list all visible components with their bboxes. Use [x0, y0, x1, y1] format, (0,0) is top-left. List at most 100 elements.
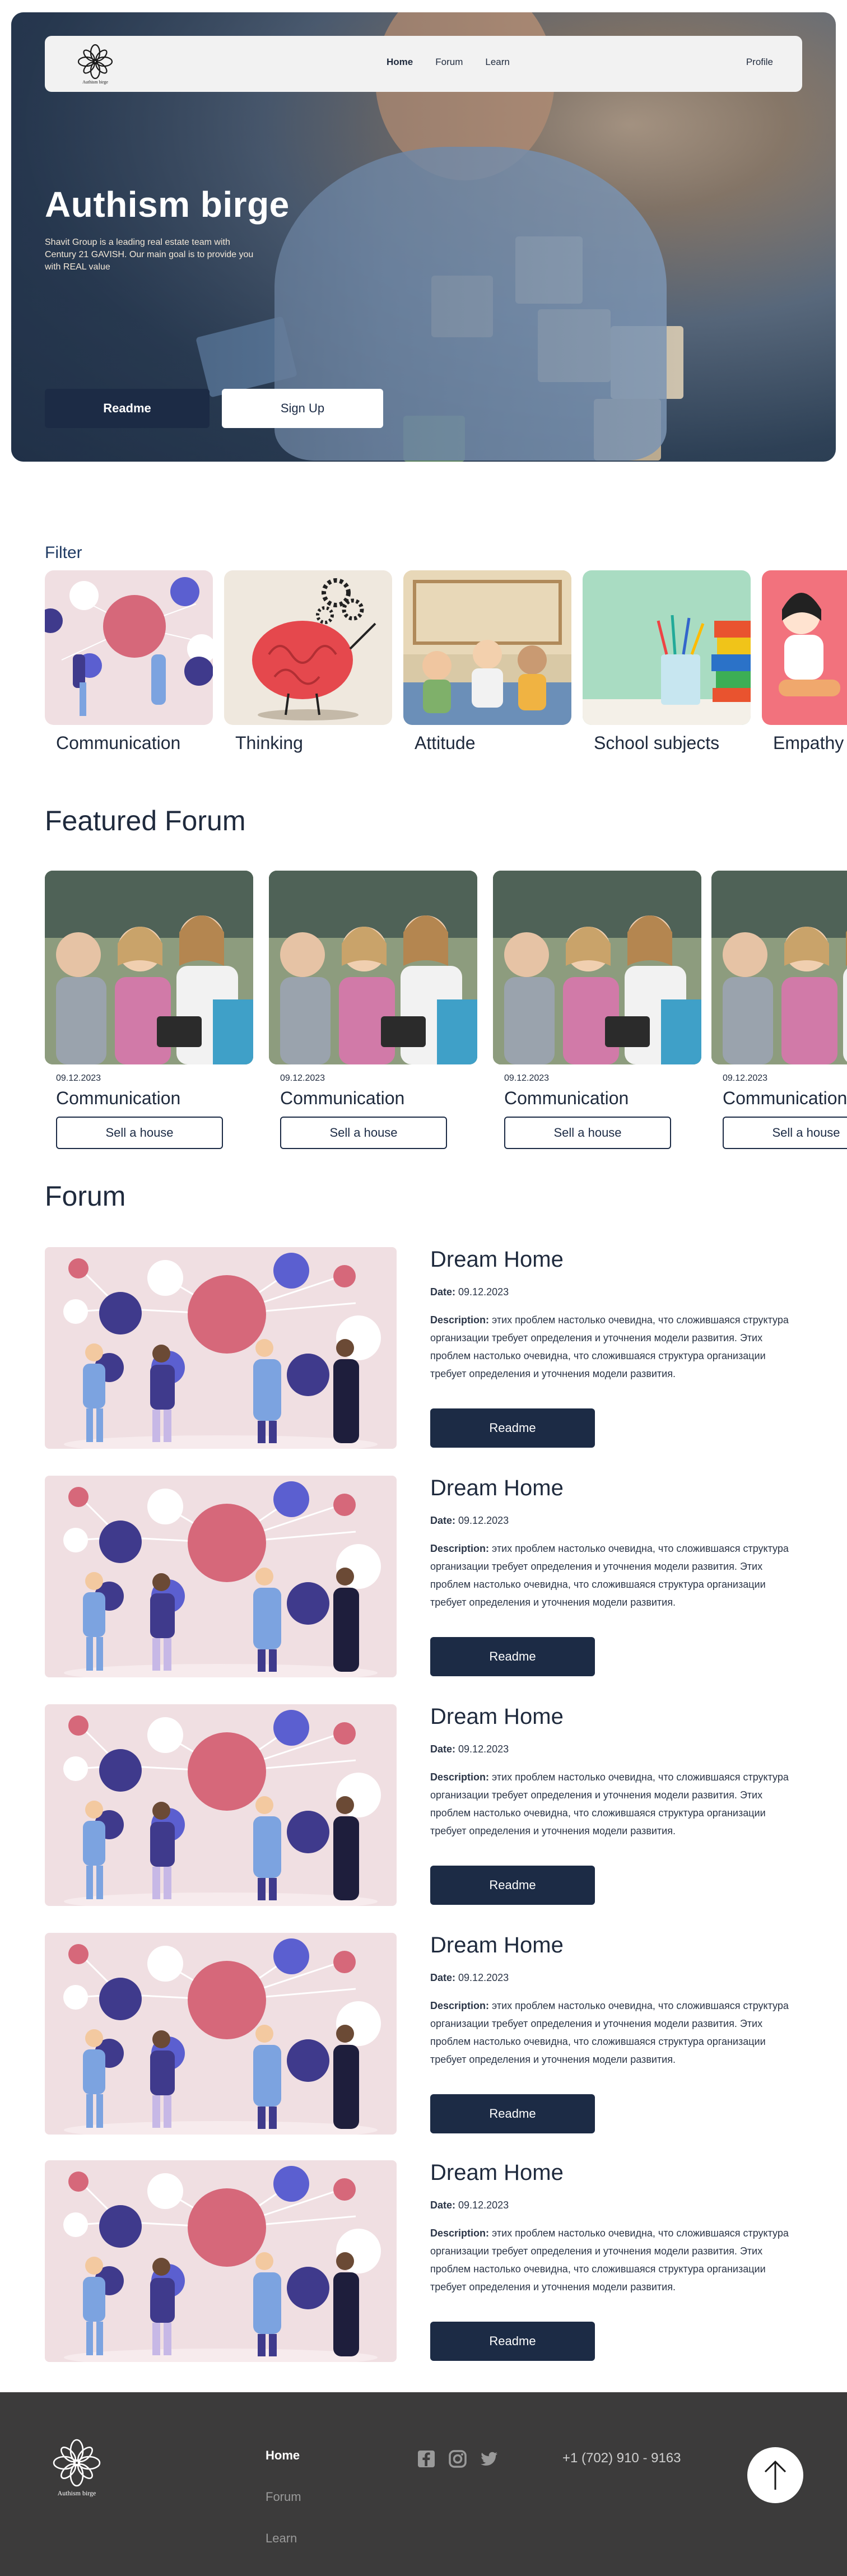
category-card-thinking[interactable]: Thinking — [224, 570, 392, 754]
footer: Authism birge Home Forum Learn +1 (702) … — [0, 2392, 847, 2576]
school-supplies-photo — [583, 615, 751, 725]
forum-post-date: Date: 09.12.2023 — [430, 1286, 509, 1298]
readme-button[interactable]: Readme — [430, 1408, 595, 1448]
category-card-empathy[interactable]: Empathy — [762, 570, 847, 754]
date-label: Date: — [430, 2200, 456, 2211]
forum-post-image — [45, 1933, 397, 2135]
social-links — [417, 2449, 499, 2468]
featured-card-date: 09.12.2023 — [280, 1073, 325, 1083]
forum-post-title[interactable]: Dream Home — [430, 1476, 564, 1501]
teacher-students-photo — [45, 871, 253, 1064]
date-label: Date: — [430, 1972, 456, 1983]
readme-button[interactable]: Readme — [430, 1866, 595, 1905]
forum-post-title[interactable]: Dream Home — [430, 1704, 564, 1729]
nav-links: Home Forum Learn — [387, 57, 510, 68]
category-image — [403, 570, 571, 725]
nav-link-profile[interactable]: Profile — [746, 57, 773, 68]
sell-a-house-button[interactable]: Sell a house — [504, 1117, 671, 1149]
category-label: Thinking — [235, 733, 303, 753]
featured-card-title: Communication — [56, 1088, 181, 1108]
classroom-kids-photo — [403, 570, 571, 725]
teacher-students-photo — [711, 871, 847, 1064]
category-label: Attitude — [415, 733, 476, 753]
sell-a-house-button[interactable]: Sell a house — [280, 1117, 447, 1149]
arrow-up-icon — [764, 2460, 787, 2490]
description-label: Description: — [430, 2000, 490, 2011]
footer-link-home[interactable]: Home — [266, 2448, 300, 2463]
nav-link-home[interactable]: Home — [387, 57, 413, 68]
featured-card-title: Communication — [280, 1088, 405, 1108]
forum-post: Dream Home Date: 09.12.2023 Description:… — [45, 1476, 789, 1677]
hero-title: Authism birge — [45, 184, 290, 225]
date-value: 09.12.2023 — [458, 1515, 509, 1526]
readme-button[interactable]: Readme — [430, 1637, 595, 1676]
featured-card-date: 09.12.2023 — [504, 1073, 550, 1083]
girl-illustration — [779, 593, 840, 696]
sell-a-house-button[interactable]: Sell a house — [56, 1117, 223, 1149]
flower-logo-icon: Authism birge — [77, 44, 113, 85]
forum-post-title[interactable]: Dream Home — [430, 1933, 564, 1958]
people-circles-illustration — [63, 1710, 381, 1906]
people-circles-illustration — [63, 2166, 381, 2362]
sell-a-house-button[interactable]: Sell a house — [723, 1117, 847, 1149]
forum-title: Forum — [45, 1180, 126, 1212]
forum-post-title[interactable]: Dream Home — [430, 1247, 564, 1272]
forum-post-title[interactable]: Dream Home — [430, 2160, 564, 2186]
forum-post-image — [45, 1704, 397, 1906]
featured-card-image — [493, 871, 701, 1064]
category-image — [762, 570, 847, 725]
featured-card-image — [711, 871, 847, 1064]
featured-card[interactable]: 09.12.2023 Communication Sell a house — [493, 871, 701, 1149]
instagram-icon[interactable] — [448, 2449, 467, 2468]
date-label: Date: — [430, 1286, 456, 1298]
featured-card-image — [45, 871, 253, 1064]
footer-brand-text: Authism birge — [58, 2489, 96, 2497]
scroll-to-top-button[interactable] — [747, 2447, 803, 2503]
featured-card-date: 09.12.2023 — [56, 1073, 101, 1083]
description-label: Description: — [430, 1771, 490, 1783]
forum-post-date: Date: 09.12.2023 — [430, 1743, 509, 1755]
featured-card-title: Communication — [504, 1088, 629, 1108]
nav-link-learn[interactable]: Learn — [485, 57, 509, 68]
readme-button[interactable]: Readme — [45, 389, 210, 428]
readme-button[interactable]: Readme — [430, 2322, 595, 2361]
people-circles-illustration — [63, 1253, 381, 1449]
forum-post: Dream Home Date: 09.12.2023 Description:… — [45, 1704, 789, 1906]
featured-card[interactable]: 09.12.2023 Communication Sell a house — [45, 871, 253, 1149]
featured-card-date: 09.12.2023 — [723, 1073, 768, 1083]
category-label: Empathy — [773, 733, 844, 753]
brand-logo[interactable]: Authism birge — [73, 44, 118, 85]
forum-post: Dream Home Date: 09.12.2023 Description:… — [45, 2160, 789, 2362]
footer-brand-logo[interactable]: Authism birge — [46, 2437, 108, 2499]
description-label: Description: — [430, 1543, 490, 1554]
people-circles-illustration — [63, 1938, 381, 2135]
date-value: 09.12.2023 — [458, 1972, 509, 1983]
featured-card-image — [269, 871, 477, 1064]
description-label: Description: — [430, 2228, 490, 2239]
date-value: 09.12.2023 — [458, 1286, 509, 1298]
category-image — [583, 570, 751, 725]
featured-card[interactable]: 09.12.2023 Communication Sell a house — [711, 871, 847, 1149]
featured-card-title: Communication — [723, 1088, 847, 1108]
footer-link-forum[interactable]: Forum — [266, 2490, 301, 2504]
category-card-communication[interactable]: Communication — [45, 570, 213, 754]
teacher-students-photo — [493, 871, 701, 1064]
facebook-icon[interactable] — [417, 2449, 436, 2468]
top-navbar: Authism birge Home Forum Learn Profile — [45, 36, 802, 92]
forum-post-date: Date: 09.12.2023 — [430, 2200, 509, 2211]
forum-post: Dream Home Date: 09.12.2023 Description:… — [45, 1933, 789, 2135]
sign-up-button[interactable]: Sign Up — [222, 389, 383, 428]
nav-link-forum[interactable]: Forum — [435, 57, 463, 68]
page: Authism birge Home Forum Learn Profile A… — [0, 0, 847, 2576]
forum-post-description: Description: этих проблем настолько очев… — [430, 1768, 794, 1840]
date-label: Date: — [430, 1515, 456, 1526]
category-card-attitude[interactable]: Attitude — [403, 570, 571, 754]
readme-button[interactable]: Readme — [430, 2094, 595, 2133]
footer-link-learn[interactable]: Learn — [266, 2531, 297, 2546]
featured-card[interactable]: 09.12.2023 Communication Sell a house — [269, 871, 477, 1149]
footer-phone[interactable]: +1 (702) 910 - 9163 — [562, 2451, 681, 2466]
category-image — [224, 570, 392, 725]
category-card-school-subjects[interactable]: School subjects — [583, 570, 751, 754]
twitter-icon[interactable] — [480, 2449, 499, 2468]
people-circles-illustration — [45, 577, 213, 716]
